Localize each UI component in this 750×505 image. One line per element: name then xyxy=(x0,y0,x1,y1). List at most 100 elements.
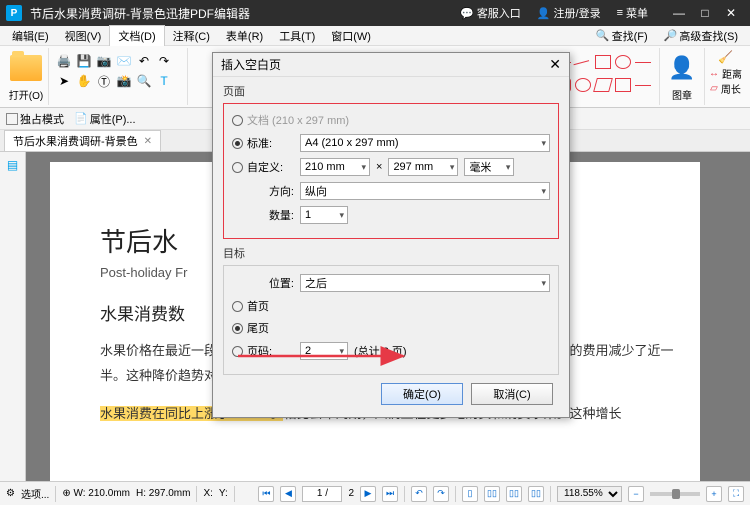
qty-label: 数量: xyxy=(269,207,294,223)
cursor-icon[interactable]: ➤ xyxy=(55,72,73,90)
fit-page-button[interactable]: ⛶ xyxy=(728,486,744,502)
shape-polygon[interactable] xyxy=(593,78,613,92)
position-label: 位置: xyxy=(269,275,294,291)
prev-page-button[interactable]: ◀ xyxy=(280,486,296,502)
height-input[interactable]: 297 mm xyxy=(388,158,458,176)
properties-button[interactable]: 📄属性(P)... xyxy=(74,111,136,127)
zoom-slider[interactable] xyxy=(650,492,700,496)
distance-icon: ↔ xyxy=(709,68,719,79)
target-section-box: 位置: 之后 首页 尾页 页码: 2 (总计 2 页) xyxy=(223,265,559,375)
shape-arrow[interactable] xyxy=(573,60,592,78)
hand-icon[interactable]: ✋ xyxy=(75,72,93,90)
scan-icon[interactable]: 📷 xyxy=(95,52,113,70)
zoom-in-button[interactable]: + xyxy=(706,486,722,502)
page-section-label: 页面 xyxy=(223,83,559,99)
last-page-label: 尾页 xyxy=(247,320,269,336)
first-page-button[interactable]: ⏮ xyxy=(258,486,274,502)
shape-polyline[interactable] xyxy=(635,62,651,76)
undo-icon[interactable]: ↶ xyxy=(135,52,153,70)
standard-radio[interactable]: 标准: xyxy=(232,135,294,151)
facing-button[interactable]: ▯▯ xyxy=(506,486,522,502)
edit-text-icon[interactable]: T xyxy=(155,72,173,90)
menu-view[interactable]: 视图(V) xyxy=(57,26,110,46)
gear-icon[interactable]: ⚙ xyxy=(6,488,15,499)
menu-label: 菜单 xyxy=(626,5,648,21)
text-select-icon[interactable]: Ⓣ xyxy=(95,72,113,90)
minimize-button[interactable]: — xyxy=(666,6,692,20)
exclusive-mode[interactable]: 独占模式 xyxy=(6,111,64,127)
page-height: H: 297.0mm xyxy=(136,488,190,499)
zoom-in-icon[interactable]: 🔍 xyxy=(135,72,153,90)
stamp-icon: 👤 xyxy=(664,50,700,86)
perimeter-tool[interactable]: ▱周长 xyxy=(710,81,741,96)
menu-tools[interactable]: 工具(T) xyxy=(271,26,323,46)
menu-form[interactable]: 表单(R) xyxy=(218,26,271,46)
maximize-button[interactable]: □ xyxy=(692,6,718,20)
tab-close[interactable]: ✕ xyxy=(144,136,152,147)
zoom-select[interactable]: 118.55% xyxy=(557,486,622,502)
advfind-button[interactable]: 🔎 高级查找(S) xyxy=(656,26,746,46)
save-icon[interactable]: 💾 xyxy=(75,52,93,70)
width-input[interactable]: 210 mm xyxy=(300,158,370,176)
cancel-button[interactable]: 取消(C) xyxy=(471,383,553,405)
custom-radio[interactable]: 自定义: xyxy=(232,159,294,175)
eraser-tool[interactable]: 🧹 xyxy=(718,50,733,64)
thumbnails-icon[interactable]: ▤ xyxy=(4,156,22,174)
doc-size-radio[interactable]: 文档 (210 x 297 mm) xyxy=(232,112,349,128)
cursor-y: Y: xyxy=(219,488,228,499)
open-label: 打开(O) xyxy=(9,87,43,102)
first-page-radio[interactable]: 首页 xyxy=(232,298,294,314)
print-icon[interactable]: 🖨️ xyxy=(55,52,73,70)
menu-comment[interactable]: 注释(C) xyxy=(165,26,218,46)
unit-combo[interactable]: 毫米 xyxy=(464,158,514,176)
window-title: 节后水果消费调研-背景色迅捷PDF编辑器 xyxy=(30,5,452,22)
menu-window[interactable]: 窗口(W) xyxy=(323,26,379,46)
page-input[interactable] xyxy=(302,486,342,502)
props-icon: 📄 xyxy=(74,112,88,125)
document-tab[interactable]: 节后水果消费调研-背景色 ✕ xyxy=(4,130,161,151)
page-number-radio[interactable]: 页码: xyxy=(232,343,294,359)
orientation-combo[interactable]: 纵向 xyxy=(300,182,550,200)
distance-tool[interactable]: ↔距离 xyxy=(709,66,742,81)
dialog-close-icon[interactable]: ✕ xyxy=(549,56,561,73)
close-button[interactable]: ✕ xyxy=(718,6,744,20)
menu-edit[interactable]: 编辑(E) xyxy=(4,26,57,46)
page-number-spinner[interactable]: 2 xyxy=(300,342,348,360)
redo-icon[interactable]: ↷ xyxy=(155,52,173,70)
last-page-radio[interactable]: 尾页 xyxy=(232,320,294,336)
menu-button[interactable]: ≡ 菜单 xyxy=(609,5,656,21)
service-label: 客服入口 xyxy=(477,5,521,21)
last-page-button[interactable]: ⏭ xyxy=(382,486,398,502)
zoom-out-button[interactable]: − xyxy=(628,486,644,502)
continuous-button[interactable]: ▯▯ xyxy=(484,486,500,502)
continuous-facing-button[interactable]: ▯▯ xyxy=(528,486,544,502)
ok-button[interactable]: 确定(O) xyxy=(381,383,463,405)
shape-freehand[interactable] xyxy=(635,85,651,99)
standard-combo[interactable]: A4 (210 x 297 mm) xyxy=(300,134,550,152)
service-button[interactable]: 💬 客服入口 xyxy=(452,5,529,21)
menu-bar: 编辑(E) 视图(V) 文档(D) 注释(C) 表单(R) 工具(T) 窗口(W… xyxy=(0,26,750,46)
advfind-label: 高级查找(S) xyxy=(679,28,738,44)
options-button[interactable]: 选项... xyxy=(21,486,49,501)
target-section-label: 目标 xyxy=(223,245,559,261)
shape-rect[interactable] xyxy=(595,55,611,69)
prev-view-button[interactable]: ↶ xyxy=(411,486,427,502)
crosshair-icon: ⊕ xyxy=(62,488,70,499)
email-icon[interactable]: ✉️ xyxy=(115,52,133,70)
find-button[interactable]: 🔍 查找(F) xyxy=(588,26,656,46)
next-view-button[interactable]: ↷ xyxy=(433,486,449,502)
stamp-group[interactable]: 👤 图章 xyxy=(660,48,705,105)
position-combo[interactable]: 之后 xyxy=(300,274,550,292)
single-page-button[interactable]: ▯ xyxy=(462,486,478,502)
quantity-spinner[interactable]: 1 xyxy=(300,206,348,224)
snapshot-icon[interactable]: 📸 xyxy=(115,72,133,90)
menu-document[interactable]: 文档(D) xyxy=(109,25,164,47)
shape-cloud[interactable] xyxy=(615,78,631,92)
login-button[interactable]: 👤 注册/登录 xyxy=(529,5,609,21)
distance-label: 距离 xyxy=(722,66,742,81)
next-page-button[interactable]: ▶ xyxy=(360,486,376,502)
open-group[interactable]: 打开(O) xyxy=(4,48,49,105)
eraser-icon: 🧹 xyxy=(718,50,733,64)
shape-circle[interactable] xyxy=(575,78,591,92)
shape-oval[interactable] xyxy=(615,55,631,69)
